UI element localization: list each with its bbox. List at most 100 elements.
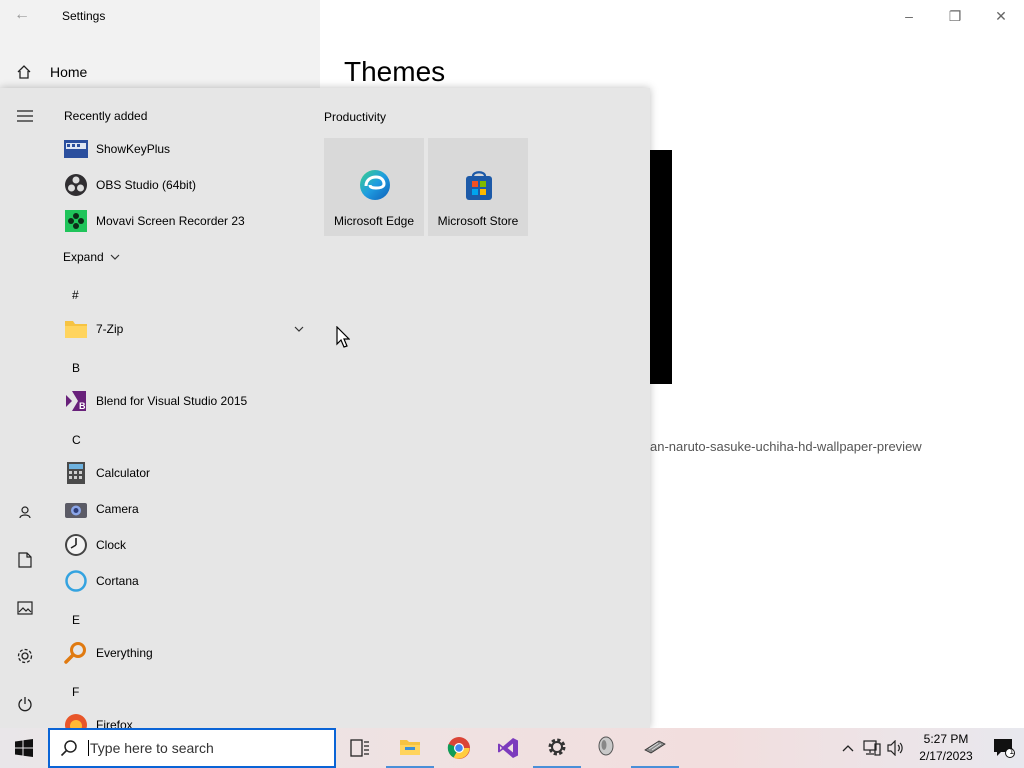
keyboard-icon: [644, 740, 666, 754]
app-item-7zip[interactable]: 7-Zip: [64, 314, 304, 344]
page-title: Themes: [344, 56, 446, 87]
show-hidden-icons-button[interactable]: [836, 728, 860, 768]
chrome-icon: [447, 737, 470, 759]
documents-icon[interactable]: [13, 548, 37, 572]
app-item-blend[interactable]: B Blend for Visual Studio 2015: [64, 386, 304, 416]
tile-label: Microsoft Edge: [333, 214, 415, 228]
volume-icon: [887, 740, 903, 756]
firefox-icon: [64, 713, 88, 728]
app-label: 7-Zip: [96, 322, 124, 336]
app-label: OBS Studio (64bit): [96, 178, 197, 192]
svg-text:B: B: [79, 401, 86, 411]
network-button[interactable]: [860, 728, 884, 768]
app-item-showkeyplus[interactable]: ShowKeyPlus: [64, 134, 304, 164]
microphone-app-icon: [598, 736, 614, 756]
tile-microsoft-edge[interactable]: Microsoft Edge: [324, 138, 424, 236]
wallpaper-name: an-naruto-sasuke-uchiha-hd-wallpaper-pre…: [650, 439, 922, 454]
tile-microsoft-store[interactable]: Microsoft Store: [428, 138, 528, 236]
letter-heading-f[interactable]: F: [72, 685, 79, 699]
taskbar: Type here to search 5:27 PM 2/17/2023 1: [0, 728, 1024, 768]
calculator-icon: [64, 461, 88, 485]
system-tray: 5:27 PM 2/17/2023 1: [836, 728, 1024, 768]
settings-gear-icon[interactable]: [13, 644, 37, 668]
app-item-calculator[interactable]: Calculator: [64, 458, 304, 488]
obs-icon: [64, 173, 88, 197]
back-arrow-icon[interactable]: ←: [14, 6, 34, 26]
app-label: Blend for Visual Studio 2015: [96, 394, 248, 408]
settings-home-item[interactable]: Home: [16, 64, 87, 80]
volume-button[interactable]: [884, 728, 908, 768]
app-item-firefox[interactable]: Firefox: [64, 710, 304, 728]
windows-logo-icon: [15, 739, 33, 757]
app-label: Everything: [96, 646, 153, 660]
taskbar-app-showkeyplus[interactable]: [631, 728, 679, 768]
close-button[interactable]: ✕: [978, 0, 1024, 32]
clock-icon: [64, 533, 88, 557]
taskbar-app-microphone[interactable]: [582, 728, 630, 768]
task-view-button[interactable]: [336, 728, 384, 768]
letter-heading-b[interactable]: B: [72, 361, 80, 375]
clock-date: 2/17/2023: [919, 749, 973, 763]
user-account-icon[interactable]: [13, 500, 37, 524]
file-explorer-icon: [400, 740, 420, 755]
letter-heading-e[interactable]: E: [72, 613, 80, 627]
expand-label: Expand: [63, 250, 104, 264]
start-menu: Recently added ShowKeyPlus OBS Studio (6…: [0, 88, 650, 728]
app-label: Camera: [96, 502, 139, 516]
mouse-cursor-icon: [336, 326, 350, 348]
clock-time: 5:27 PM: [923, 732, 969, 746]
restore-button[interactable]: ❐: [932, 0, 978, 32]
letter-heading-hash[interactable]: #: [72, 288, 79, 302]
cortana-icon: [64, 569, 88, 593]
tile-group-title[interactable]: Productivity: [324, 110, 386, 124]
hamburger-menu-icon[interactable]: [13, 104, 37, 128]
app-list: Recently added ShowKeyPlus OBS Studio (6…: [50, 88, 310, 728]
taskbar-search-box[interactable]: Type here to search: [48, 728, 336, 768]
everything-icon: [64, 641, 88, 665]
action-center-button[interactable]: 1: [984, 738, 1024, 758]
taskbar-chrome[interactable]: [435, 728, 483, 768]
power-icon[interactable]: [13, 692, 37, 716]
camera-icon: [64, 497, 88, 521]
network-icon: [863, 740, 881, 756]
app-label: Movavi Screen Recorder 23: [96, 214, 245, 228]
taskbar-visual-studio[interactable]: [484, 728, 532, 768]
app-item-obs[interactable]: OBS Studio (64bit): [64, 170, 304, 200]
letter-heading-c[interactable]: C: [72, 433, 81, 447]
store-icon: [466, 171, 492, 200]
app-item-clock[interactable]: Clock: [64, 530, 304, 560]
app-item-cortana[interactable]: Cortana: [64, 566, 304, 596]
pictures-icon[interactable]: [13, 596, 37, 620]
app-label: ShowKeyPlus: [96, 142, 171, 156]
blend-icon: B: [64, 389, 88, 413]
app-label: Calculator: [96, 466, 151, 480]
recently-added-heading: Recently added: [64, 109, 148, 123]
taskbar-file-explorer[interactable]: [386, 728, 434, 768]
app-item-movavi[interactable]: Movavi Screen Recorder 23: [64, 206, 304, 236]
start-rail: [0, 88, 50, 728]
movavi-icon: [64, 209, 88, 233]
app-label: Clock: [96, 538, 127, 552]
app-label: Cortana: [96, 574, 139, 588]
tile-label: Microsoft Store: [437, 214, 519, 228]
app-item-everything[interactable]: Everything: [64, 638, 304, 668]
task-view-icon: [350, 739, 369, 757]
settings-home-label: Home: [50, 64, 88, 80]
window-controls: – ❐ ✕: [886, 0, 1024, 32]
chevron-down-icon[interactable]: [294, 326, 304, 332]
edge-icon: [360, 170, 390, 200]
expand-button[interactable]: Expand: [63, 250, 120, 264]
visual-studio-icon: [498, 738, 518, 758]
search-icon: [60, 740, 77, 757]
taskbar-settings[interactable]: [533, 728, 581, 768]
app-label: Firefox: [96, 718, 133, 728]
app-item-camera[interactable]: Camera: [64, 494, 304, 524]
chevron-up-icon: [842, 745, 854, 752]
taskbar-clock[interactable]: 5:27 PM 2/17/2023: [908, 731, 984, 765]
home-icon: [17, 65, 31, 79]
start-button[interactable]: [0, 728, 48, 768]
showkeyplus-icon: [64, 137, 88, 161]
minimize-button[interactable]: –: [886, 0, 932, 32]
gear-icon: [548, 738, 566, 756]
folder-icon: [64, 317, 88, 341]
